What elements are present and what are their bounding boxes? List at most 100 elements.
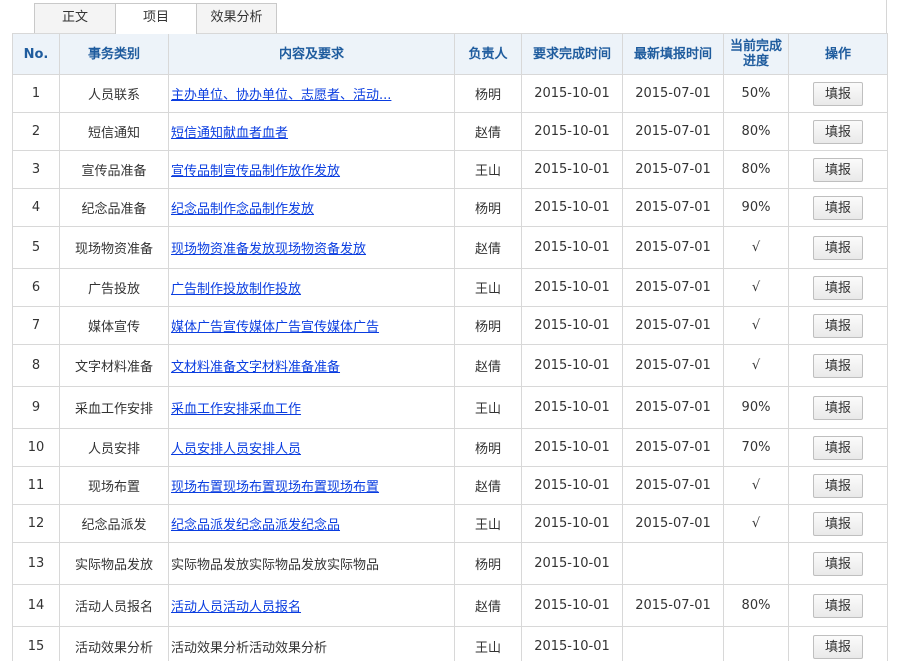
row-report-date: 2015-07-01 [622, 584, 724, 627]
row-content: 现场布置现场布置现场布置现场布置 [168, 466, 455, 505]
row-category: 活动效果分析 [59, 626, 169, 661]
row-owner: 杨明 [454, 188, 522, 227]
row-content-link[interactable]: 短信通知献血者血者 [171, 126, 288, 141]
tab-bar: 正文 项目 效果分析 [34, 3, 277, 34]
row-category: 宣传品准备 [59, 150, 169, 189]
report-button[interactable]: 填报 [813, 353, 863, 378]
report-button[interactable]: 填报 [813, 157, 863, 182]
row-content-link[interactable]: 活动人员活动人员报名 [171, 600, 301, 615]
row-content: 纪念品派发纪念品派发纪念品 [168, 504, 455, 543]
row-content-link[interactable]: 纪念品制作念品制作发放 [171, 202, 314, 217]
report-button[interactable]: 填报 [813, 395, 863, 420]
row-owner: 杨明 [454, 428, 522, 467]
tab-main-text[interactable]: 正文 [34, 3, 116, 33]
row-category: 广告投放 [59, 268, 169, 307]
row-number: 14 [12, 584, 60, 627]
task-table: No. 事务类别 内容及要求 负责人 要求完成时间 最新填报时间 当前完成进度 … [12, 33, 888, 661]
report-button[interactable]: 填报 [813, 195, 863, 220]
tab-project[interactable]: 项目 [115, 3, 197, 34]
row-number: 11 [12, 466, 60, 505]
row-progress: 80% [723, 584, 789, 627]
row-content-link[interactable]: 采血工作安排采血工作 [171, 402, 301, 417]
table-row: 9 采血工作安排 采血工作安排采血工作 王山 2015-10-01 2015-07-01 9… [12, 386, 888, 429]
row-content-link[interactable]: 纪念品派发纪念品派发纪念品 [171, 518, 340, 533]
row-content: 实际物品发放实际物品发放实际物品 [168, 542, 455, 585]
row-category: 人员联系 [59, 74, 169, 113]
report-button[interactable]: 填报 [813, 435, 863, 460]
row-number: 12 [12, 504, 60, 543]
col-header-content: 内容及要求 [168, 33, 455, 75]
tab-effect-analysis[interactable]: 效果分析 [196, 3, 277, 33]
row-content-link[interactable]: 文材料准备文字材料准备准备 [171, 360, 340, 375]
row-number: 6 [12, 268, 60, 307]
row-owner: 王山 [454, 626, 522, 661]
row-report-date: 2015-07-01 [622, 268, 724, 307]
row-action: 填报 [788, 504, 888, 543]
row-due-date: 2015-10-01 [521, 112, 623, 151]
row-report-date: 2015-07-01 [622, 344, 724, 387]
row-owner: 赵倩 [454, 344, 522, 387]
row-report-date: 2015-07-01 [622, 306, 724, 345]
row-due-date: 2015-10-01 [521, 386, 623, 429]
col-header-report-date: 最新填报时间 [622, 33, 724, 75]
row-progress: 50% [723, 74, 789, 113]
row-content: 宣传品制宣传品制作放作发放 [168, 150, 455, 189]
row-category: 活动人员报名 [59, 584, 169, 627]
report-button[interactable]: 填报 [813, 81, 863, 106]
row-number: 10 [12, 428, 60, 467]
row-report-date: 2015-07-01 [622, 428, 724, 467]
row-content-link[interactable]: 现场布置现场布置现场布置现场布置 [171, 480, 379, 495]
row-content-link[interactable]: 现场物资准备发放现场物资备发放 [171, 242, 366, 257]
col-header-category: 事务类别 [59, 33, 169, 75]
row-report-date: 2015-07-01 [622, 466, 724, 505]
table-row: 14 活动人员报名 活动人员活动人员报名 赵倩 2015-10-01 2015-07-01… [12, 584, 888, 627]
row-owner: 王山 [454, 386, 522, 429]
row-number: 15 [12, 626, 60, 661]
row-content-link[interactable]: 宣传品制宣传品制作放作发放 [171, 164, 340, 179]
table-header-row: No. 事务类别 内容及要求 负责人 要求完成时间 最新填报时间 当前完成进度 … [12, 33, 888, 75]
report-button[interactable]: 填报 [813, 313, 863, 338]
report-button[interactable]: 填报 [813, 235, 863, 260]
report-button[interactable]: 填报 [813, 551, 863, 576]
row-content: 主办单位、协办单位、志愿者、活动... [168, 74, 455, 113]
row-progress: 80% [723, 150, 789, 189]
row-category: 纪念品派发 [59, 504, 169, 543]
row-action: 填报 [788, 226, 888, 269]
row-action: 填报 [788, 466, 888, 505]
report-button[interactable]: 填报 [813, 119, 863, 144]
row-action: 填报 [788, 306, 888, 345]
row-due-date: 2015-10-01 [521, 626, 623, 661]
row-action: 填报 [788, 542, 888, 585]
report-button[interactable]: 填报 [813, 473, 863, 498]
row-content-link[interactable]: 广告制作投放制作投放 [171, 282, 301, 297]
row-report-date: 2015-07-01 [622, 112, 724, 151]
row-progress: 90% [723, 386, 789, 429]
col-header-action: 操作 [788, 33, 888, 75]
report-button[interactable]: 填报 [813, 275, 863, 300]
row-report-date: 2015-07-01 [622, 74, 724, 113]
col-header-progress: 当前完成进度 [723, 33, 789, 75]
row-category: 现场布置 [59, 466, 169, 505]
panel-border [886, 0, 887, 33]
row-progress: √ [723, 504, 789, 543]
row-number: 3 [12, 150, 60, 189]
row-due-date: 2015-10-01 [521, 74, 623, 113]
row-category: 采血工作安排 [59, 386, 169, 429]
row-owner: 杨明 [454, 542, 522, 585]
table-row: 13 实际物品发放 实际物品发放实际物品发放实际物品 杨明 2015-10-01 填报 [12, 542, 888, 585]
report-button[interactable]: 填报 [813, 511, 863, 536]
row-content-text: 活动效果分析活动效果分析 [171, 641, 328, 656]
row-content-link[interactable]: 主办单位、协办单位、志愿者、活动... [171, 88, 391, 103]
row-action: 填报 [788, 74, 888, 113]
row-content-link[interactable]: 媒体广告宣传媒体广告宣传媒体广告 [171, 320, 379, 335]
row-content: 活动人员活动人员报名 [168, 584, 455, 627]
report-button[interactable]: 填报 [813, 593, 863, 618]
row-category: 文字材料准备 [59, 344, 169, 387]
row-due-date: 2015-10-01 [521, 344, 623, 387]
row-content: 现场物资准备发放现场物资备发放 [168, 226, 455, 269]
row-due-date: 2015-10-01 [521, 226, 623, 269]
row-content-link[interactable]: 人员安排人员安排人员 [171, 442, 301, 457]
table-row: 4 纪念品准备 纪念品制作念品制作发放 杨明 2015-10-01 2015-07-01 9… [12, 188, 888, 227]
row-category: 人员安排 [59, 428, 169, 467]
report-button[interactable]: 填报 [813, 634, 863, 659]
